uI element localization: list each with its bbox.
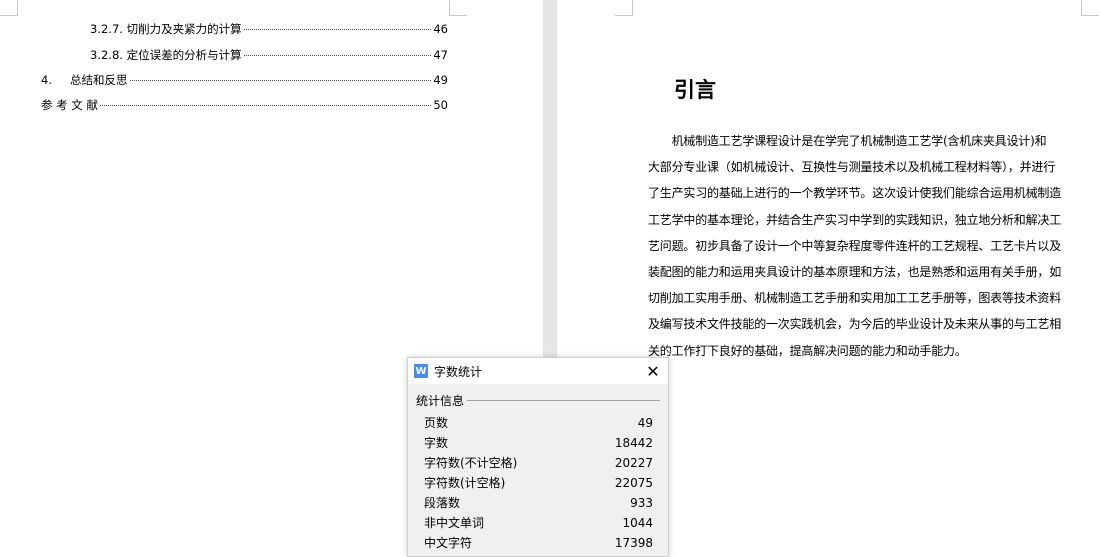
toc-page: 47	[433, 48, 448, 62]
page-corner-mark	[615, 0, 633, 16]
dialog-title: 字数统计	[434, 364, 483, 379]
text-line: 了生产实习的基础上进行的一个教学环节。这次设计使我们能综合运用机械制造	[648, 186, 1062, 201]
toc-number: 3.2.7.	[90, 22, 123, 36]
stat-row: 页数 49	[408, 413, 668, 433]
stat-label: 字数	[424, 436, 449, 450]
close-button[interactable]: ✕	[638, 362, 668, 381]
text-line: 大部分专业课（如机械设计、互换性与测量技术以及机械工程材料等），并进行	[648, 160, 1056, 175]
toc-page: 49	[433, 73, 448, 87]
word-count-dialog: W 字数统计 ✕ 统计信息 页数 49 字数 18442 字符数(不计空格) 2022…	[407, 357, 669, 557]
stat-row: 中文字符 17398	[408, 533, 668, 553]
stat-label: 段落数	[424, 496, 461, 510]
toc-entry[interactable]: 参 考 文 献 50	[41, 97, 448, 113]
body-paragraph[interactable]: 机械制造工艺学课程设计是在学完了机械制造工艺学(含机床夹具设计)和 大部分专业课…	[648, 128, 1088, 364]
text-line: 关的工作打下良好的基础，提高解决问题的能力和动手能力。	[648, 343, 967, 358]
section-heading: 引言	[674, 78, 716, 102]
text-line: 切削加工实用手册、机械制造工艺手册和实用加工工艺手册等，图表等技术资料	[648, 291, 1062, 306]
group-divider	[467, 400, 660, 401]
text-line: 工艺学中的基本理论，并结合生产实习中学到的实践知识，独立地分析和解决工	[648, 212, 1062, 227]
page-corner-mark	[449, 0, 467, 16]
toc-entry[interactable]: 3.2.7. 切削力及夹紧力的计算 46	[90, 21, 448, 37]
stat-label: 非中文单词	[424, 516, 485, 530]
toc-title: 切削力及夹紧力的计算	[126, 22, 242, 36]
page-corner-mark	[0, 0, 18, 16]
text-line: 装配图的能力和运用夹具设计的基本原理和方法，也是熟悉和运用有关手册，如	[648, 264, 1062, 279]
wps-writer-icon: W	[414, 364, 428, 378]
text-line: 艺问题。初步具备了设计一个中等复杂程度零件连杆的工艺规程、工艺卡片以及	[648, 238, 1062, 253]
stat-label: 中文字符	[424, 536, 473, 550]
stat-value: 1044	[622, 516, 653, 530]
stat-value: 49	[637, 416, 653, 430]
stat-value: 933	[630, 496, 653, 510]
text-line: 机械制造工艺学课程设计是在学完了机械制造工艺学(含机床夹具设计)和	[648, 134, 1047, 148]
toc-title: 定位误差的分析与计算	[126, 48, 242, 62]
stat-label: 页数	[424, 416, 449, 430]
stat-value: 18442	[614, 436, 653, 450]
toc-title: 参 考 文 献	[41, 98, 98, 112]
toc-number: 3.2.8.	[90, 48, 123, 62]
stat-value: 22075	[614, 476, 653, 490]
toc-page: 50	[433, 98, 448, 112]
stat-row: 字符数(不计空格) 20227	[408, 453, 668, 473]
toc-page: 46	[433, 22, 448, 36]
toc-leader	[99, 105, 432, 106]
stat-row: 非中文单词 1044	[408, 513, 668, 533]
toc-leader	[129, 80, 432, 81]
dialog-titlebar[interactable]: W 字数统计 ✕	[408, 358, 668, 384]
stat-label: 字符数(不计空格)	[424, 456, 518, 470]
toc-entry[interactable]: 3.2.8. 定位误差的分析与计算 47	[90, 47, 448, 63]
toc-number: 4.	[41, 73, 52, 87]
toc-leader	[243, 55, 432, 56]
stat-row: 段落数 933	[408, 493, 668, 513]
text-line: 及编写技术文件技能的一次实践机会，为今后的毕业设计及未来从事的与工艺相	[648, 317, 1062, 332]
stat-row: 字符数(计空格) 22075	[408, 473, 668, 493]
stat-value: 17398	[614, 536, 653, 550]
stat-label: 字符数(计空格)	[424, 476, 506, 490]
toc-entry[interactable]: 4. 总结和反思 49	[41, 72, 448, 88]
stat-value: 20227	[614, 456, 653, 470]
stat-row: 字数 18442	[408, 433, 668, 453]
page-corner-mark	[1081, 0, 1099, 16]
toc-title: 总结和反思	[70, 73, 128, 87]
group-label: 统计信息	[416, 394, 465, 408]
stats-group: 统计信息	[416, 392, 660, 409]
toc-leader	[243, 29, 432, 30]
